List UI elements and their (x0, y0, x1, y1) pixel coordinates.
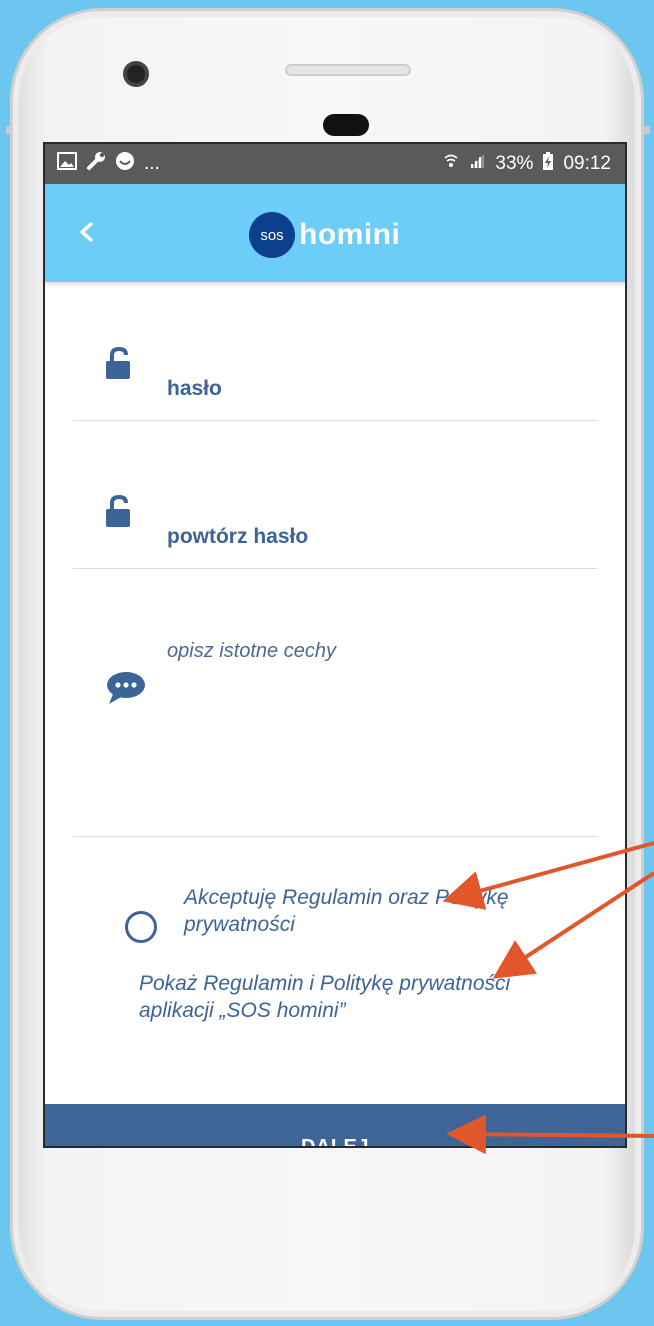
speech-bubble-icon (105, 670, 147, 711)
image-icon (57, 152, 77, 176)
app-logo: sos homini (249, 212, 400, 258)
password-label: hasło (167, 377, 222, 400)
repeat-password-divider (73, 568, 597, 569)
battery-charging-icon (542, 151, 554, 177)
wifi-icon (443, 152, 459, 176)
logo-badge: sos (249, 212, 295, 258)
clock: 09:12 (563, 153, 611, 174)
chevron-left-icon (80, 222, 93, 242)
more-notifications: ... (144, 153, 160, 174)
repeat-password-label: powtórz hasło (167, 525, 309, 548)
smiley-icon (115, 151, 135, 177)
unlock-icon (105, 494, 133, 534)
phone-screen: ... 33% 09:12 sos homini hasło powtórz h… (43, 142, 627, 1148)
battery-percent: 33% (495, 153, 534, 174)
app-bar: sos homini (45, 184, 625, 282)
front-camera (123, 61, 149, 87)
show-terms-link[interactable]: Pokaż Regulamin i Politykę prywatności a… (139, 970, 579, 1024)
description-divider (73, 836, 597, 837)
phone-side-button-right (644, 126, 650, 134)
accept-terms-label[interactable]: Akceptuję Regulamin oraz Politykę prywat… (184, 884, 604, 938)
back-button[interactable] (75, 212, 105, 252)
wrench-icon (86, 151, 106, 177)
logo-text: homini (299, 218, 401, 251)
unlock-icon (105, 346, 133, 386)
accept-terms-radio[interactable] (125, 911, 157, 943)
earpiece-speaker (285, 64, 411, 76)
description-placeholder: opisz istotne cechy (167, 640, 336, 662)
password-divider (73, 420, 597, 421)
status-bar: ... 33% 09:12 (45, 144, 625, 184)
signal-icon (468, 152, 486, 176)
next-button[interactable]: DALEJ (45, 1104, 625, 1146)
proximity-sensor (323, 114, 369, 136)
